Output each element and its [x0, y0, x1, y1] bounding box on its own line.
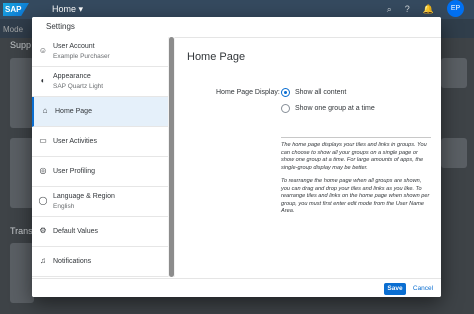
user-icon: ☺: [38, 46, 48, 55]
shell-actions: ⌕ ? 🔔 EP: [387, 0, 464, 17]
nav-item-default-values[interactable]: ⚙ Default Values: [32, 217, 168, 247]
nav-item-notifications[interactable]: ♫ Notifications: [32, 247, 168, 277]
description-paragraph: The home page displays your tiles and li…: [281, 142, 427, 171]
nav-label: Notifications: [53, 258, 92, 265]
bg-section-title: Trans: [10, 226, 33, 236]
description-box: The home page displays your tiles and li…: [281, 137, 431, 222]
nav-label: User Account: [53, 43, 95, 50]
nav-label: User Profiling: [53, 168, 96, 175]
sap-logo: SAP: [3, 3, 29, 16]
settings-nav: ☺ User Account Example Purchaser ◐ Appea…: [32, 37, 168, 277]
cancel-button[interactable]: Cancel: [412, 283, 434, 295]
radio-show-all-content[interactable]: Show all content: [281, 88, 346, 97]
radio-label: Show all content: [295, 89, 347, 96]
nav-sublabel: English: [53, 203, 75, 210]
radio-show-one-group[interactable]: Show one group at a time: [281, 104, 375, 113]
radio-button-selected[interactable]: [281, 88, 290, 97]
bell-icon: ♫: [40, 256, 46, 265]
scroll-thumb[interactable]: [169, 37, 174, 277]
home-icon: ⌂: [42, 106, 48, 115]
globe-icon: ◯: [38, 196, 48, 205]
radio-button[interactable]: [281, 104, 290, 113]
help-icon[interactable]: ?: [405, 4, 410, 17]
page-title: Home Page: [187, 51, 246, 63]
nav-label: Appearance: [53, 73, 91, 80]
bg-tile: [441, 58, 467, 88]
bg-tile: [441, 138, 467, 168]
nav-label: Home Page: [55, 108, 92, 115]
description-paragraph: To rearrange the home page when all grou…: [281, 178, 430, 214]
dialog-footer: Save Cancel: [32, 278, 441, 297]
nav-sublabel: Example Purchaser: [53, 53, 110, 60]
laptop-icon: ▭: [39, 136, 47, 145]
nav-item-appearance[interactable]: ◐ Appearance SAP Quartz Light: [32, 67, 168, 97]
settings-dialog: Settings ☺ User Account Example Purchase…: [32, 17, 441, 297]
palette-icon: ◐: [40, 76, 46, 85]
gear-icon: ⚙: [39, 226, 47, 235]
nav-label: Language & Region: [53, 193, 115, 200]
nav-item-home-page[interactable]: ⌂ Home Page: [32, 97, 168, 127]
nav-item-language-region[interactable]: ◯ Language & Region English: [32, 187, 168, 217]
dialog-title: Settings: [46, 22, 75, 31]
shell-title[interactable]: Home ▾: [52, 4, 83, 15]
user-profile-icon: ◎: [39, 166, 47, 175]
mode-label: Mode: [3, 25, 24, 34]
nav-item-user-activities[interactable]: ▭ User Activities: [32, 127, 168, 157]
settings-content: Home Page Home Page Display: Show all co…: [176, 37, 441, 277]
nav-item-user-profiling[interactable]: ◎ User Profiling: [32, 157, 168, 187]
radio-label: Show one group at a time: [295, 105, 375, 112]
nav-scrollbar[interactable]: [168, 37, 175, 277]
avatar[interactable]: EP: [447, 0, 464, 17]
bg-tile: [10, 243, 34, 303]
nav-label: User Activities: [53, 138, 97, 145]
dialog-header: Settings: [32, 17, 441, 38]
home-page-display-label: Home Page Display:: [216, 89, 280, 96]
save-button[interactable]: Save: [384, 283, 406, 295]
bg-section-title: Supp: [10, 40, 32, 50]
search-icon[interactable]: ⌕: [387, 4, 392, 17]
nav-sublabel: SAP Quartz Light: [53, 83, 104, 90]
bg-tile: [10, 58, 34, 128]
nav-item-user-account[interactable]: ☺ User Account Example Purchaser: [32, 37, 168, 67]
notifications-icon[interactable]: 🔔: [423, 4, 434, 17]
nav-label: Default Values: [53, 228, 99, 235]
bg-tile: [10, 138, 34, 208]
